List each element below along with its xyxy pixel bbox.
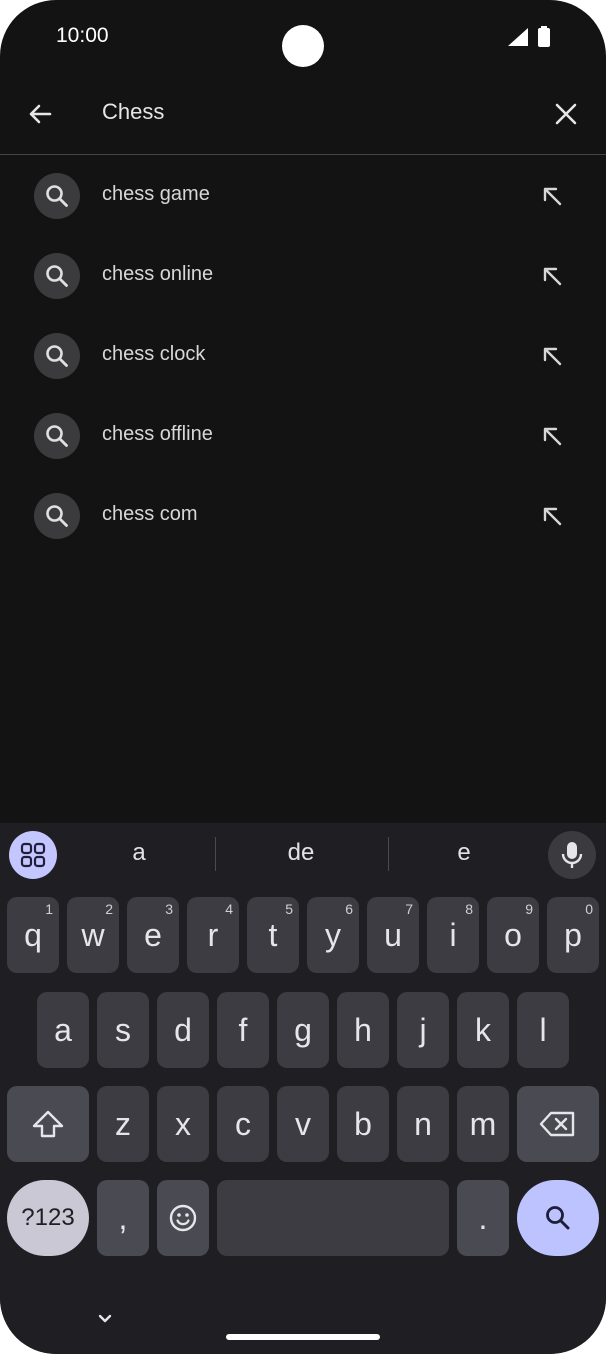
key-hint: 7 (405, 901, 413, 917)
suggestion-text: chess online (102, 263, 214, 285)
key-l[interactable]: l (517, 992, 569, 1068)
key-label: i (449, 916, 457, 953)
key-hint: 1 (45, 901, 53, 917)
arrow-up-left-icon[interactable] (538, 422, 566, 450)
key-v[interactable]: v (277, 1086, 329, 1162)
suggestion-text: chess clock (102, 343, 206, 365)
battery-icon (538, 26, 550, 47)
key-g[interactable]: g (277, 992, 329, 1068)
status-time: 10:00 (56, 24, 109, 47)
key-label: u (384, 916, 402, 953)
key-label: t (268, 916, 278, 953)
mic-icon[interactable] (548, 831, 596, 879)
key-label: r (207, 916, 219, 953)
suggestion-item[interactable]: chess online (0, 235, 606, 315)
arrow-up-left-icon[interactable] (538, 342, 566, 370)
shift-key[interactable] (7, 1086, 89, 1162)
key-t[interactable]: t5 (247, 897, 299, 973)
search-input[interactable]: Chess (102, 99, 164, 125)
chevron-down-icon[interactable] (94, 1308, 116, 1330)
key-hint: 3 (165, 901, 173, 917)
key-j[interactable]: j (397, 992, 449, 1068)
candidate-3[interactable]: e (414, 839, 514, 867)
period-key[interactable]: . (457, 1180, 509, 1256)
candidate-1[interactable]: a (89, 839, 189, 867)
arrow-up-left-icon[interactable] (538, 182, 566, 210)
search-icon (34, 413, 80, 459)
status-bar: 10:00 (0, 0, 606, 76)
key-label: w (81, 916, 105, 953)
search-icon (34, 493, 80, 539)
shift-icon (32, 1110, 64, 1138)
key-i[interactable]: i8 (427, 897, 479, 973)
arrow-up-left-icon[interactable] (538, 502, 566, 530)
key-e[interactable]: e3 (127, 897, 179, 973)
key-label: y (325, 916, 341, 953)
emoji-icon (169, 1204, 197, 1232)
key-p[interactable]: p0 (547, 897, 599, 973)
key-r[interactable]: r4 (187, 897, 239, 973)
key-m[interactable]: m (457, 1086, 509, 1162)
key-hint: 9 (525, 901, 533, 917)
space-key[interactable] (217, 1180, 449, 1256)
key-h[interactable]: h (337, 992, 389, 1068)
key-hint: 0 (585, 901, 593, 917)
key-k[interactable]: k (457, 992, 509, 1068)
suggestion-item[interactable]: chess game (0, 155, 606, 235)
key-n[interactable]: n (397, 1086, 449, 1162)
keyboard: a de e ?123 , . q 1 w 2 e 3 r 4 t 5 y 6 … (0, 823, 606, 1354)
key-hint: 6 (345, 901, 353, 917)
comma-key[interactable]: , (97, 1180, 149, 1256)
suggestion-item[interactable]: chess offline (0, 395, 606, 475)
search-icon (34, 253, 80, 299)
close-icon[interactable] (552, 100, 580, 128)
suggestion-item[interactable]: chess com (0, 475, 606, 555)
key-label: p (564, 916, 582, 953)
key-z[interactable]: z (97, 1086, 149, 1162)
key-s[interactable]: s (97, 992, 149, 1068)
search-icon (34, 333, 80, 379)
suggestion-text: chess game (102, 183, 210, 205)
key-c[interactable]: c (217, 1086, 269, 1162)
key-u[interactable]: u7 (367, 897, 419, 973)
suggestion-text: chess offline (102, 423, 213, 445)
key-label: e (144, 916, 162, 953)
camera-cutout (282, 25, 324, 67)
phone-screen: 10:00 Chess chess game chess online chess … (0, 0, 606, 1354)
arrow-up-left-icon[interactable] (538, 262, 566, 290)
symbols-key[interactable]: ?123 (7, 1180, 89, 1256)
key-f[interactable]: f (217, 992, 269, 1068)
key-label: o (504, 916, 522, 953)
key-y[interactable]: y6 (307, 897, 359, 973)
gesture-nav-handle[interactable] (226, 1334, 380, 1340)
candidate-divider (388, 837, 389, 871)
key-o[interactable]: o9 (487, 897, 539, 973)
key-w[interactable]: w2 (67, 897, 119, 973)
key-label: q (24, 916, 42, 953)
key-b[interactable]: b (337, 1086, 389, 1162)
arrow-left-icon[interactable] (26, 100, 54, 128)
key-hint: 5 (285, 901, 293, 917)
suggestion-item[interactable]: chess clock (0, 315, 606, 395)
key-a[interactable]: a (37, 992, 89, 1068)
key-hint: 4 (225, 901, 233, 917)
key-x[interactable]: x (157, 1086, 209, 1162)
candidate-2[interactable]: de (251, 839, 351, 867)
grid-icon[interactable] (9, 831, 57, 879)
backspace-icon (539, 1111, 575, 1137)
key-hint: 8 (465, 901, 473, 917)
emoji-key[interactable] (157, 1180, 209, 1256)
key-d[interactable]: d (157, 992, 209, 1068)
search-icon (34, 173, 80, 219)
search-enter-key[interactable] (517, 1180, 599, 1256)
backspace-key[interactable] (517, 1086, 599, 1162)
search-icon (546, 1206, 570, 1230)
key-q[interactable]: q1 (7, 897, 59, 973)
suggestion-text: chess com (102, 503, 198, 525)
search-bar (0, 76, 606, 155)
signal-icon (508, 28, 528, 46)
key-hint: 2 (105, 901, 113, 917)
candidate-divider (215, 837, 216, 871)
